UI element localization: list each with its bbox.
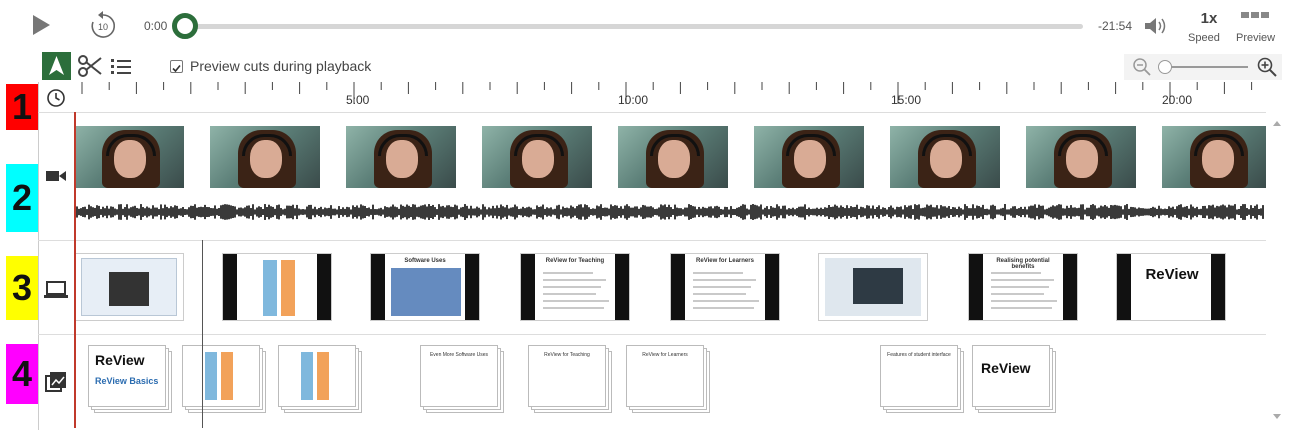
slide-stack[interactable]: ReView for Learners [626,345,710,413]
cursor-line [202,240,203,428]
slide-stack[interactable]: ReView [972,345,1056,413]
speed-value[interactable]: 1x [1194,10,1224,27]
slide-title: Software Uses [404,258,446,264]
row-number-1: 1 [6,84,38,130]
preview-icon[interactable] [1241,12,1269,24]
current-time: 0:00 [144,19,168,33]
play-icon[interactable] [28,12,54,38]
time-ruler[interactable] [74,82,1266,112]
speed-label[interactable]: Speed [1188,32,1220,44]
preview-label[interactable]: Preview [1236,32,1275,44]
screen-thumbnail[interactable]: ReView [1116,253,1226,321]
zoom-slider-knob[interactable] [1158,60,1172,74]
screen-thumbnail[interactable] [222,253,332,321]
screen-thumbnail[interactable]: Realising potential benefits [968,253,1078,321]
ruler-label: 10:00 [618,93,649,107]
progress-track[interactable] [183,24,1083,29]
preview-cuts-label[interactable]: Preview cuts during playback [190,58,371,74]
row-number-2: 2 [6,164,38,232]
volume-icon[interactable] [1143,15,1169,37]
playhead[interactable] [74,112,76,428]
logo-text: ReView [95,352,145,368]
screen-thumbnail[interactable] [818,253,928,321]
slide-stack[interactable] [278,345,362,413]
video-row-label [38,164,74,188]
timeline-scrollbar[interactable] [1268,112,1286,428]
video-thumbnail[interactable] [618,126,728,188]
slide-stack[interactable]: ReView ReView Basics [88,345,172,413]
zoom-out-icon[interactable] [1132,57,1152,77]
screen-icon [44,281,68,298]
screen-thumbnail[interactable]: ReView for Teaching [520,253,630,321]
slide-stack[interactable] [182,345,266,413]
stack-title: Even More Software Uses [429,352,489,358]
slide-title: ReView for Learners [696,258,754,264]
zoom-control [1124,54,1282,80]
stack-title: ReView Basics [95,376,159,386]
lane-divider [38,240,1266,241]
audio-waveform[interactable] [74,198,1264,226]
stack-title: ReView for Learners [642,352,688,358]
logo-text: ReView [981,360,1031,376]
slide-title: ReView for Teaching [545,258,605,264]
slide-stack[interactable]: ReView for Teaching [528,345,612,413]
scissors-icon[interactable] [77,54,103,78]
zoom-in-icon[interactable] [1256,56,1278,78]
video-thumbnail[interactable] [1162,126,1266,188]
player-bar: 10 0:00 -21:54 1x Speed Preview [0,0,1290,48]
video-thumbnail[interactable] [754,126,864,188]
row-number-4: 4 [6,344,38,404]
video-thumbnail[interactable] [346,126,456,188]
list-icon[interactable] [109,56,133,76]
stack-title: Features of student interface [887,352,951,358]
clock-icon [47,89,65,107]
logo-text: ReView [1145,266,1199,283]
scroll-down-icon [1273,414,1281,419]
ruler-label: 5:00 [346,93,370,107]
lane-divider [38,334,1266,335]
ruler-label: 20:00 [1162,93,1193,107]
slide-title: Realising potential benefits [996,258,1050,270]
screen-thumbnail[interactable] [74,253,184,321]
check-icon [172,64,181,73]
row-number-3: 3 [6,256,38,320]
select-arrow-icon [49,56,64,75]
slides-row-label [38,370,74,394]
lane-divider [38,112,1266,113]
video-thumbnail[interactable] [482,126,592,188]
rewind-10-icon[interactable]: 10 [88,10,118,40]
video-thumbnail[interactable] [74,126,184,188]
select-tool-button[interactable] [42,52,71,80]
screen-thumbnail[interactable]: ReView for Learners [670,253,780,321]
rewind-seconds: 10 [98,22,108,32]
zoom-slider-track[interactable] [1162,66,1248,68]
video-thumbnail[interactable] [890,126,1000,188]
video-thumbnail[interactable] [1026,126,1136,188]
preview-cuts-checkbox[interactable] [170,60,183,73]
video-thumbnail[interactable] [210,126,320,188]
slide-stack[interactable]: Features of student interface [880,345,964,413]
screen-thumbnail[interactable]: Software Uses [370,253,480,321]
screen-row-label [38,278,74,302]
camera-icon [46,171,66,181]
slide-stack[interactable]: Even More Software Uses [420,345,504,413]
slides-icon [45,372,66,392]
edit-toolbar: Preview cuts during playback [0,50,1290,82]
progress-knob[interactable] [172,13,198,39]
stack-title: ReView for Teaching [544,352,590,358]
clock-row-label [38,86,74,110]
ruler-label: 15:00 [891,93,922,107]
remaining-time: -21:54 [1098,19,1133,33]
scroll-up-icon [1273,121,1281,126]
editor-root: 10 0:00 -21:54 1x Speed Preview Preview … [0,0,1290,430]
